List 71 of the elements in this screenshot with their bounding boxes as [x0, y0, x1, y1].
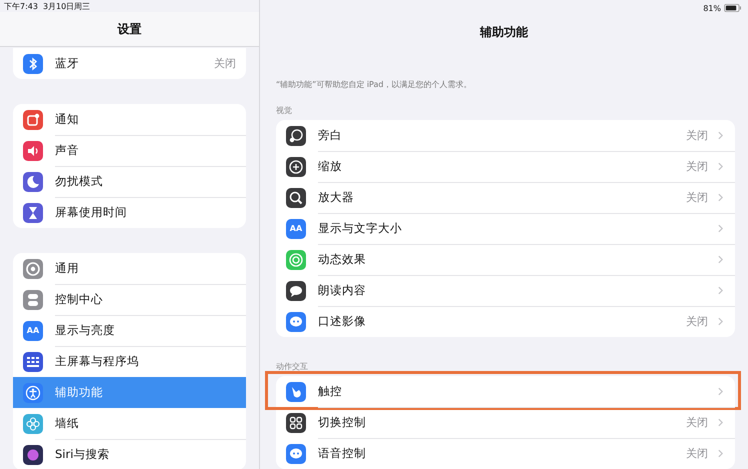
settings-row[interactable]: 语音控制 关闭: [276, 438, 735, 469]
chevron-icon: [718, 387, 723, 396]
chevron-icon: [718, 224, 723, 233]
settings-row-value: 关闭: [686, 314, 708, 329]
page-title: 辅助功能: [480, 24, 528, 40]
sidebar-item-value: 关闭: [214, 56, 236, 71]
sidebar-item-label: 主屏幕与程序坞: [55, 354, 140, 369]
settings-row-label: 旁白: [318, 128, 343, 143]
sidebar-item[interactable]: Siri与搜索: [13, 439, 246, 469]
settings-row-value: 关闭: [686, 446, 708, 461]
sidebar-title: 设置: [118, 20, 142, 38]
sidebar-item-label: 勿扰模式: [55, 174, 104, 189]
settings-row-value: 关闭: [686, 159, 708, 174]
chevron-icon: [718, 449, 723, 458]
section-header: 动作交互: [276, 361, 309, 372]
settings-row[interactable]: 放大器 关闭: [276, 182, 735, 213]
settings-row-value: 关闭: [686, 128, 708, 143]
chevron-icon: [718, 131, 723, 140]
settings-row-label: 缩放: [318, 159, 343, 174]
text-size-icon: AA: [286, 218, 306, 238]
settings-row[interactable]: 旁白 关闭: [276, 120, 735, 151]
settings-row-value: 关闭: [686, 415, 708, 430]
chevron-icon: [718, 162, 723, 171]
status-time: 下午7:43: [4, 1, 38, 12]
battery-percent: 81%: [703, 4, 721, 12]
settings-row[interactable]: 朗读内容: [276, 275, 735, 306]
section-header: 视觉: [276, 105, 293, 116]
sidebar-item-label: Siri与搜索: [55, 447, 110, 462]
settings-row[interactable]: 切换控制 关闭: [276, 407, 735, 438]
battery-icon: [724, 4, 742, 12]
sidebar-item[interactable]: 主屏幕与程序坞: [13, 346, 246, 377]
sidebar-item[interactable]: 控制中心: [13, 284, 246, 315]
settings-row-label: 动态效果: [318, 252, 367, 267]
chevron-icon: [718, 317, 723, 326]
sidebar-item[interactable]: 勿扰模式: [13, 166, 246, 197]
settings-row-label: 显示与文字大小: [318, 221, 403, 236]
chevron-icon: [718, 418, 723, 427]
sidebar-item-label: 声音: [55, 143, 80, 158]
settings-row[interactable]: 触控: [276, 376, 735, 407]
settings-row-label: 放大器: [318, 190, 355, 205]
sidebar-item[interactable]: 通用: [13, 253, 246, 284]
sidebar-item[interactable]: 通知: [13, 104, 246, 135]
chevron-icon: [718, 286, 723, 295]
sidebar-item[interactable]: 蓝牙 关闭: [13, 48, 246, 79]
sidebar-item-label: 通用: [55, 261, 80, 276]
sidebar-item-label: 蓝牙: [55, 56, 80, 71]
sidebar-item[interactable]: 墙纸: [13, 408, 246, 439]
settings-row-label: 口述影像: [318, 314, 367, 329]
sidebar-item-label: 通知: [55, 112, 80, 127]
settings-row-label: 朗读内容: [318, 283, 367, 298]
settings-row-label: 触控: [318, 384, 343, 399]
settings-row[interactable]: 口述影像 关闭: [276, 306, 735, 337]
sidebar-item[interactable]: 屏幕使用时间: [13, 197, 246, 228]
sidebar-item-label: 控制中心: [55, 292, 104, 307]
chevron-icon: [718, 255, 723, 264]
settings-row-label: 语音控制: [318, 446, 367, 461]
sidebar-item-label: 屏幕使用时间: [55, 205, 128, 220]
settings-row-value: 关闭: [686, 190, 708, 205]
sidebar-item[interactable]: 声音: [13, 135, 246, 166]
sidebar-item-label: 显示与亮度: [55, 323, 116, 338]
sidebar-item-label: 辅助功能: [55, 385, 104, 400]
settings-row[interactable]: 动态效果: [276, 244, 735, 275]
settings-row[interactable]: 缩放 关闭: [276, 151, 735, 182]
display-icon: AA: [23, 320, 43, 340]
description-text: “辅助功能”可帮助您自定 iPad，以满足您的个人需求。: [276, 79, 472, 90]
sidebar-item-label: 墙纸: [55, 416, 80, 431]
sidebar-item[interactable]: AA 显示与亮度: [13, 315, 246, 346]
chevron-icon: [718, 193, 723, 202]
status-date: 3月10日周三: [42, 1, 90, 12]
settings-row[interactable]: AA 显示与文字大小: [276, 213, 735, 244]
settings-row-label: 切换控制: [318, 415, 367, 430]
